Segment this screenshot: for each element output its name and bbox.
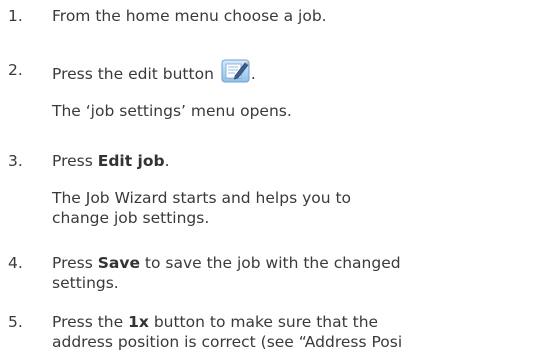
instruction-document: 1. From the home menu choose a job. 2. P… bbox=[0, 0, 537, 357]
edit-button-icon bbox=[221, 59, 251, 84]
step-note-line-1: The Job Wizard starts and helps you to bbox=[52, 189, 352, 207]
step-number: 1. bbox=[8, 7, 23, 25]
step-text-after-icon: . bbox=[250, 65, 256, 83]
step-text-part: . bbox=[164, 152, 170, 170]
step-text-part: Press bbox=[52, 254, 98, 272]
step-text-part: Press bbox=[52, 152, 98, 170]
step-text: Press Save to save the job with the chan… bbox=[52, 253, 537, 273]
step-number: 2. bbox=[8, 61, 23, 79]
step-text-part: to save the job with the changed bbox=[139, 254, 401, 272]
step-text: Press Edit job. bbox=[52, 151, 537, 171]
step-text: Press the edit button . bbox=[52, 59, 537, 84]
step-note: The ‘job settings’ menu opens. bbox=[52, 102, 292, 120]
save-label: Save bbox=[97, 254, 140, 272]
step-text-line-2: address position is correct (see “Addres… bbox=[52, 333, 403, 351]
step-text-part: Press the bbox=[52, 313, 129, 331]
step-text-line-2: settings. bbox=[52, 274, 119, 292]
step-number: 5. bbox=[8, 313, 23, 331]
one-x-label: 1x bbox=[128, 313, 149, 331]
step-number: 4. bbox=[8, 254, 23, 272]
step-text-part: button to make sure that the bbox=[148, 313, 379, 331]
step-text: Press the 1x button to make sure that th… bbox=[52, 312, 537, 332]
step-number: 3. bbox=[8, 152, 23, 170]
edit-job-label: Edit job bbox=[97, 152, 165, 170]
step-text: From the home menu choose a job. bbox=[52, 7, 327, 25]
step-note-line-2: change job settings. bbox=[52, 209, 210, 227]
step-text-before-icon: Press the edit button bbox=[52, 65, 214, 83]
